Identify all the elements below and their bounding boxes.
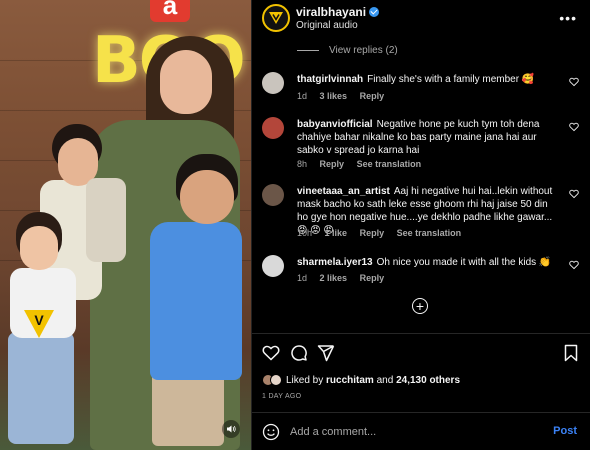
handbag [86,178,126,262]
plus-icon: + [415,298,425,314]
watermark-logo: V [24,310,54,346]
commenter-avatar[interactable] [262,184,284,206]
comment-username[interactable]: sharmela.iyer13 [297,257,373,268]
mute-toggle-button[interactable] [222,420,240,438]
author-username[interactable]: viralbhayani [296,5,380,19]
audio-label[interactable]: Original audio [296,20,358,31]
brand-logo-icon [269,12,283,24]
post-video[interactable]: a BOO V [0,0,251,450]
liker-avatar [270,374,282,386]
save-bookmark-icon[interactable] [562,344,580,362]
woman-face [160,50,212,114]
toddler-face [20,226,58,270]
section-divider [252,412,590,413]
toddler-jeans [8,332,74,444]
liker-username-link[interactable]: rucchitam [326,375,374,386]
comment-username[interactable]: babyanviofficial [297,119,373,130]
commenter-avatar[interactable] [262,117,284,139]
add-comment-row: Post [252,415,590,450]
post-comment-button[interactable]: Post [553,425,577,437]
boy-face [180,170,234,224]
comment-time: 1d [297,273,308,283]
add-comment-input[interactable] [290,423,530,441]
like-comment-heart-icon[interactable] [569,77,579,87]
author-avatar[interactable] [262,4,290,32]
post-details-panel: viralbhayani Original audio ••• View rep… [251,0,590,450]
verified-badge-icon [369,7,380,17]
comment-text: babyanviofficial Negative hone pe kuch ty… [297,118,559,157]
comment-reply-link[interactable]: Reply [320,159,345,169]
author-username-text: viralbhayani [296,5,367,19]
comment-username[interactable]: thatgirlvinnah [297,74,363,85]
comment-time: 8h [297,159,308,169]
likes-conj: and [376,374,394,386]
speaker-icon [227,425,236,433]
like-comment-heart-icon[interactable] [569,260,579,270]
likes-prefix: Liked by [286,374,324,386]
commenter-avatar[interactable] [262,255,284,277]
see-translation-link[interactable]: See translation [397,228,462,238]
instagram-post-window: a BOO V [0,0,590,450]
comment-likes-link[interactable]: 3 likes [320,91,348,101]
comment-likes-link[interactable]: 1 like [325,228,348,238]
likes-summary[interactable]: Liked by rucchitam and 24,130 others [262,372,460,388]
likes-text: Liked by rucchitam and 24,130 others [286,375,460,386]
post-header: viralbhayani Original audio ••• [252,0,590,40]
load-more-comments-button[interactable]: + [412,298,428,314]
see-translation-link[interactable]: See translation [357,159,422,169]
comment-meta: 8h Reply See translation [297,159,431,169]
boy-shirt [150,222,242,380]
comment-meta: 1d 3 likes Reply [297,91,394,101]
comment-bubble-icon[interactable] [290,344,308,362]
comment-meta: 10h 1 like Reply See translation [297,228,471,238]
reply-thread-line [297,50,319,51]
comment-text: thatgirlvinnah Finally she's with a famil… [297,73,559,86]
decor-letter: a [150,0,190,22]
comment-time: 10h [297,228,313,238]
commenter-avatar[interactable] [262,72,284,94]
view-replies-label: View replies (2) [329,45,398,56]
comment-reply-link[interactable]: Reply [360,228,385,238]
comment-content: Oh nice you made it with all the kids 👏 [376,257,552,268]
like-heart-icon[interactable] [262,344,280,362]
more-options-button[interactable]: ••• [559,10,577,26]
comment-time: 1d [297,91,308,101]
section-divider [252,333,590,334]
comment-meta: 1d 2 likes Reply [297,273,394,283]
comment-username[interactable]: vineetaaa_an_artist [297,186,390,197]
comment-likes-link[interactable]: 2 likes [320,273,348,283]
like-comment-heart-icon[interactable] [569,122,579,132]
comment-text: sharmela.iyer13 Oh nice you made it with … [297,256,559,269]
emoji-smiley-icon[interactable] [262,423,280,441]
boy-shorts [152,372,224,446]
share-paper-plane-icon[interactable] [317,344,335,362]
like-comment-heart-icon[interactable] [569,189,579,199]
comment-reply-link[interactable]: Reply [360,273,385,283]
post-timestamp[interactable]: 1 DAY AGO [262,393,301,400]
view-replies-link[interactable]: View replies (2) [297,45,398,56]
comment-reply-link[interactable]: Reply [360,91,385,101]
other-likers-link[interactable]: 24,130 others [396,375,460,386]
post-actions-bar [252,340,590,366]
comment-content: Finally she's with a family member 🥰 [367,74,535,85]
